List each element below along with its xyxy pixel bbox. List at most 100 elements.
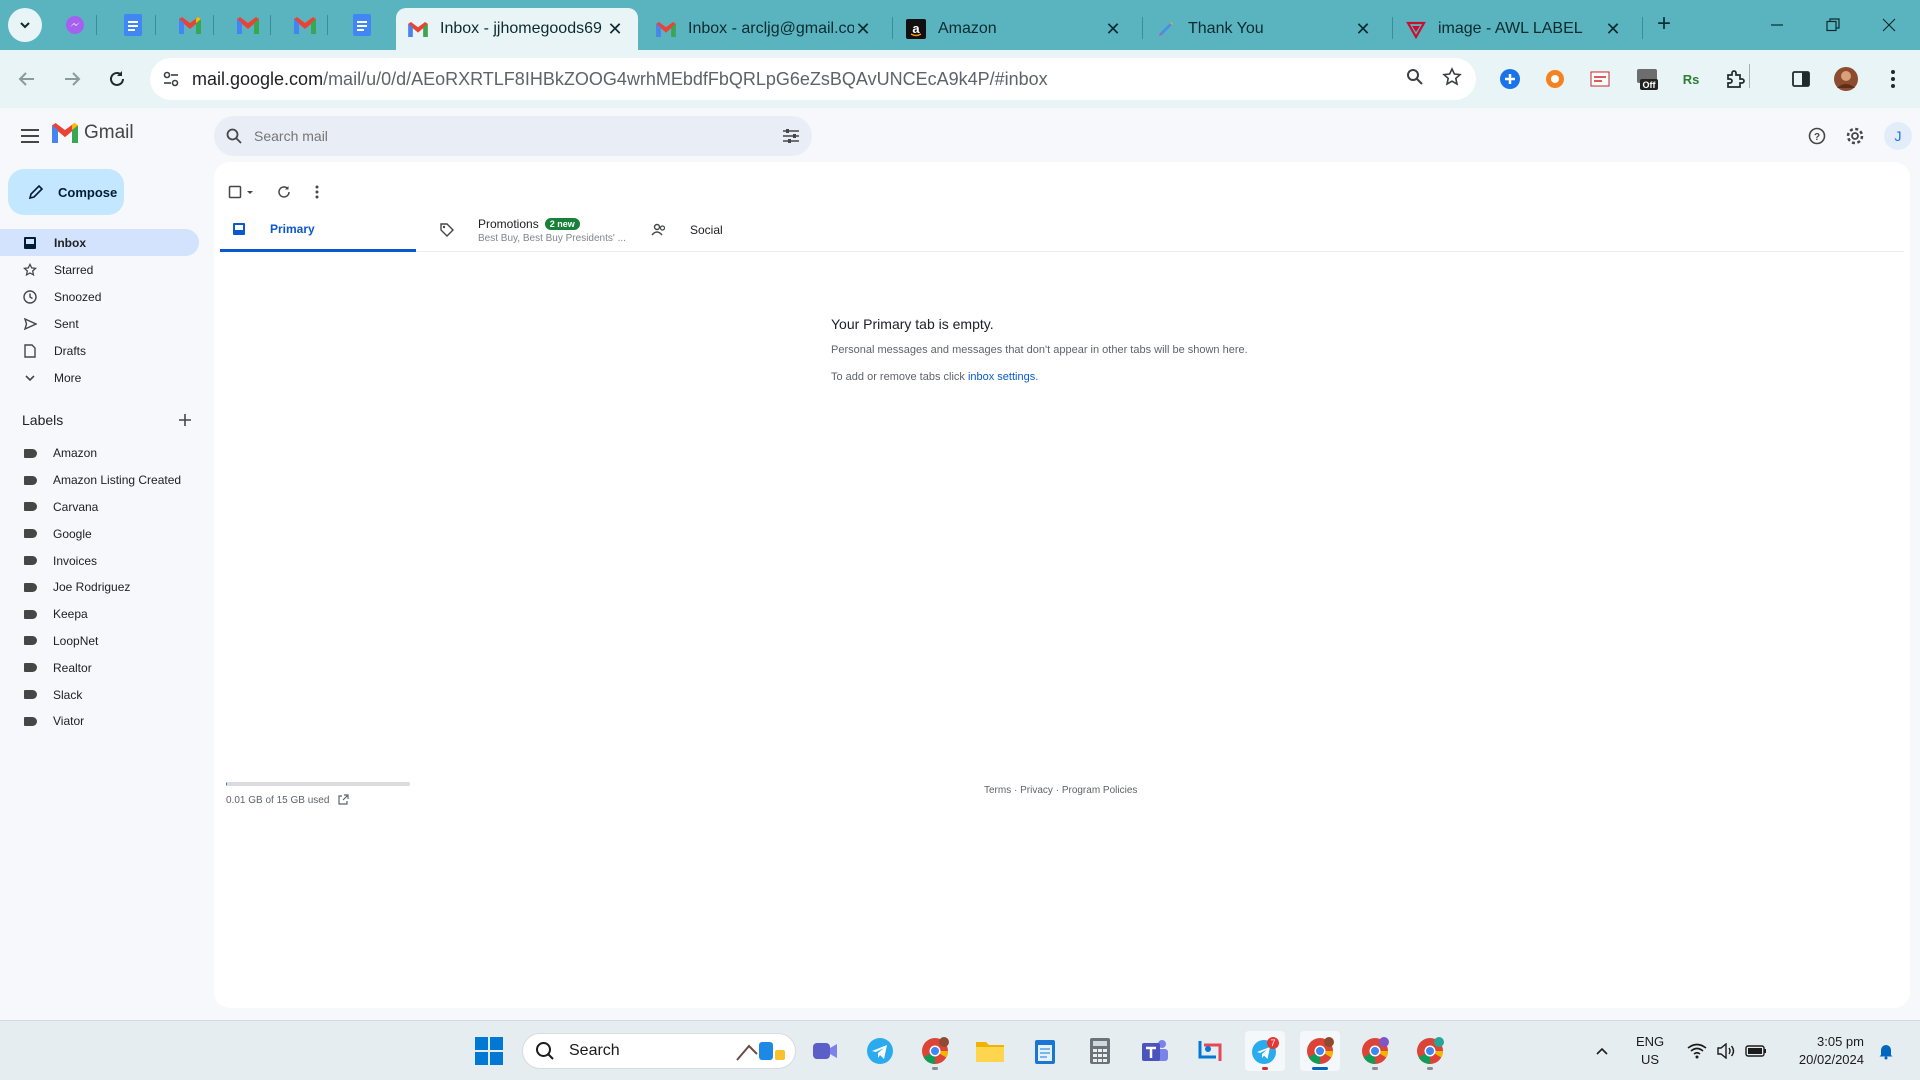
- input-language-indicator[interactable]: ENG US: [1636, 1033, 1664, 1069]
- inbox-settings-link[interactable]: inbox settings: [968, 371, 1035, 383]
- extension-orange-icon[interactable]: [1542, 66, 1568, 92]
- label-item-joe-rodriguez[interactable]: Joe Rodriguez: [0, 574, 200, 601]
- search-bar[interactable]: [214, 116, 812, 156]
- browser-menu-icon[interactable]: [1880, 66, 1906, 92]
- extension-proxy-icon[interactable]: [1497, 66, 1523, 92]
- pinned-tab-gmail-1[interactable]: [177, 12, 203, 38]
- taskbar-app-meet[interactable]: [805, 1031, 845, 1071]
- search-options-icon[interactable]: [782, 128, 800, 144]
- bookmark-star-icon[interactable]: [1442, 66, 1462, 92]
- account-avatar[interactable]: J: [1884, 122, 1912, 150]
- browser-tab-gmail-inbox[interactable]: Inbox - jjhomegoods69 ✕: [396, 8, 638, 50]
- label-item-invoices[interactable]: Invoices: [0, 547, 200, 574]
- side-panel-icon[interactable]: [1788, 66, 1814, 92]
- start-button[interactable]: [469, 1031, 509, 1071]
- sidebar-item-starred[interactable]: Starred: [0, 256, 200, 283]
- taskbar-app-telegram-desktop[interactable]: 7: [1245, 1031, 1285, 1071]
- extension-label-icon[interactable]: [1587, 66, 1613, 92]
- refresh-icon[interactable]: [277, 182, 291, 202]
- label-item-google[interactable]: Google: [0, 520, 200, 547]
- reload-button[interactable]: [100, 62, 134, 96]
- pinned-tab-docs[interactable]: [120, 12, 146, 38]
- restore-window-button[interactable]: [1810, 8, 1856, 42]
- notifications-bell-icon[interactable]: [1874, 1031, 1898, 1071]
- select-all-checkbox[interactable]: [228, 182, 255, 202]
- taskbar-search-box[interactable]: Search: [522, 1033, 796, 1069]
- label-item-amazon[interactable]: Amazon: [0, 440, 200, 467]
- close-tab-icon[interactable]: ✕: [606, 19, 624, 40]
- browser-tab-gmail-arcljg[interactable]: Inbox - arcljg@gmail.com ✕: [644, 8, 886, 50]
- external-link-icon[interactable]: [337, 794, 350, 806]
- taskbar-app-chrome-active[interactable]: [1300, 1031, 1340, 1071]
- search-icon[interactable]: [226, 128, 242, 144]
- compose-button[interactable]: Compose: [8, 169, 124, 215]
- tab-social[interactable]: Social: [650, 208, 846, 252]
- sidebar-item-more[interactable]: More: [0, 364, 200, 391]
- extension-rs-icon[interactable]: Rs: [1678, 66, 1704, 92]
- back-button[interactable]: [10, 62, 44, 96]
- tab-search-button[interactable]: [8, 8, 42, 42]
- extension-off-icon[interactable]: Off: [1634, 66, 1660, 92]
- minimize-window-button[interactable]: [1754, 8, 1800, 42]
- taskbar-app-chrome-profile-l[interactable]: [1355, 1031, 1395, 1071]
- help-icon[interactable]: ?: [1806, 125, 1828, 147]
- tab-promotions[interactable]: Promotions 2 new Best Buy, Best Buy Pres…: [438, 208, 634, 252]
- privacy-link[interactable]: Privacy: [1020, 785, 1053, 796]
- taskbar-app-chrome-profile-j[interactable]: [1410, 1031, 1450, 1071]
- running-indicator: [1427, 1067, 1433, 1070]
- extensions-puzzle-icon[interactable]: [1722, 66, 1748, 92]
- add-label-icon[interactable]: [178, 413, 192, 427]
- close-tab-icon[interactable]: ✕: [854, 19, 872, 40]
- close-window-button[interactable]: [1866, 8, 1912, 42]
- close-tab-icon[interactable]: ✕: [1104, 19, 1122, 40]
- label-item-loopnet[interactable]: LoopNet: [0, 628, 200, 655]
- system-clock[interactable]: 3:05 pm 20/02/2024: [1786, 1033, 1864, 1069]
- label-item-realtor[interactable]: Realtor: [0, 654, 200, 681]
- taskbar-app-teams[interactable]: [1135, 1031, 1175, 1071]
- browser-tab-amazon[interactable]: a Amazon ✕: [894, 8, 1136, 50]
- show-hidden-icons-button[interactable]: [1582, 1031, 1622, 1071]
- pinned-tab-docs-2[interactable]: [349, 12, 375, 38]
- pinned-tab-messenger[interactable]: [62, 12, 88, 38]
- taskbar-app-calculator[interactable]: [1080, 1031, 1120, 1071]
- zoom-icon[interactable]: [1406, 68, 1424, 91]
- taskbar-app-notepad[interactable]: [1025, 1031, 1065, 1071]
- close-tab-icon[interactable]: ✕: [1604, 19, 1622, 40]
- terms-link[interactable]: Terms: [984, 785, 1011, 796]
- new-tab-button[interactable]: +: [1650, 10, 1678, 38]
- profile-avatar-icon[interactable]: [1833, 66, 1859, 92]
- tab-primary[interactable]: Primary: [220, 208, 416, 252]
- site-info-icon[interactable]: [150, 58, 192, 100]
- label-tag-icon: [24, 556, 37, 566]
- close-tab-icon[interactable]: ✕: [1354, 19, 1372, 40]
- sidebar-item-sent[interactable]: Sent: [0, 310, 200, 337]
- label-item-amazon-listing-created[interactable]: Amazon Listing Created: [0, 467, 200, 494]
- sidebar-item-inbox[interactable]: Inbox: [0, 229, 199, 256]
- pinned-tab-gmail-2[interactable]: [235, 12, 261, 38]
- taskbar-app-telegram[interactable]: [860, 1031, 900, 1071]
- main-menu-icon[interactable]: [18, 124, 42, 148]
- battery-icon[interactable]: [1744, 1031, 1768, 1071]
- label-item-slack[interactable]: Slack: [0, 681, 200, 708]
- pinned-separator: [155, 15, 156, 35]
- taskbar-app-snipping-tool[interactable]: [1190, 1031, 1230, 1071]
- sidebar-item-snoozed[interactable]: Snoozed: [0, 283, 200, 310]
- search-input[interactable]: [254, 128, 782, 144]
- more-options-icon[interactable]: [315, 182, 319, 202]
- sidebar-item-drafts[interactable]: Drafts: [0, 337, 200, 364]
- program-policies-link[interactable]: Program Policies: [1062, 785, 1138, 796]
- browser-tab-awl-label[interactable]: image - AWL LABEL ✕: [1394, 8, 1636, 50]
- label-item-viator[interactable]: Viator: [0, 708, 200, 735]
- browser-tab-thank-you[interactable]: Thank You ✕: [1144, 8, 1386, 50]
- pinned-tab-gmail-3[interactable]: [292, 12, 318, 38]
- taskbar-app-file-explorer[interactable]: [970, 1031, 1010, 1071]
- taskbar-app-chrome-profile-1[interactable]: [915, 1031, 955, 1071]
- wifi-icon[interactable]: [1686, 1031, 1708, 1071]
- label-item-carvana[interactable]: Carvana: [0, 494, 200, 521]
- label-item-keepa[interactable]: Keepa: [0, 601, 200, 628]
- volume-icon[interactable]: [1715, 1031, 1737, 1071]
- gmail-logo[interactable]: Gmail: [52, 122, 134, 144]
- address-bar[interactable]: mail.google.com/mail/u/0/d/AEoRXRTLF8IHB…: [150, 58, 1476, 100]
- settings-gear-icon[interactable]: [1844, 125, 1866, 147]
- forward-button[interactable]: [55, 62, 89, 96]
